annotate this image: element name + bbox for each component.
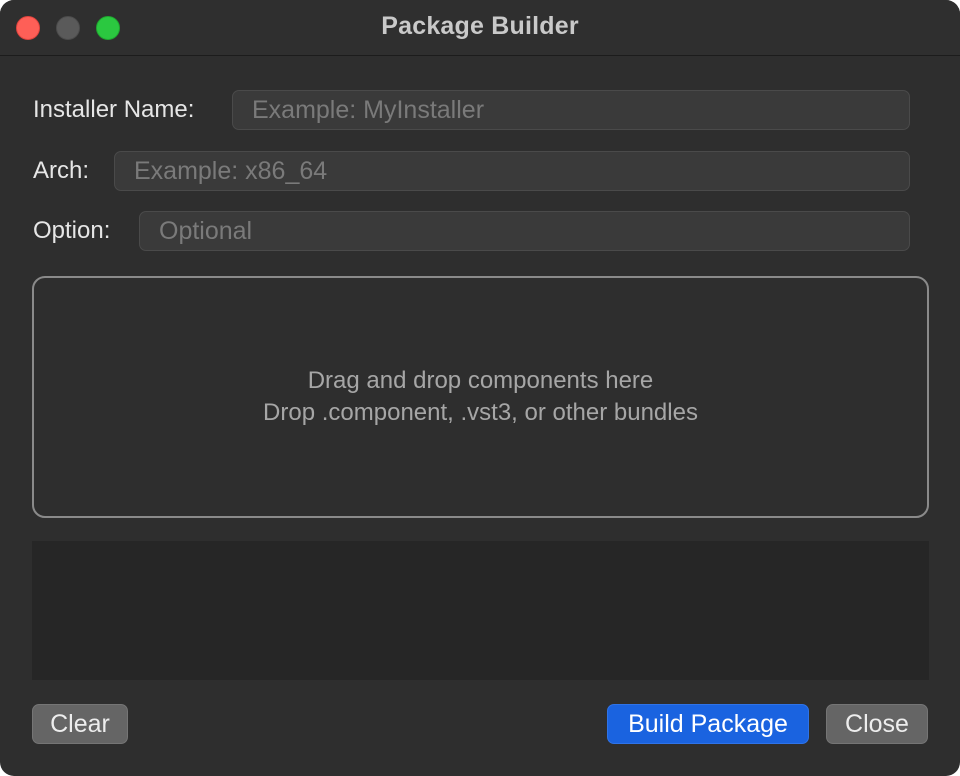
option-label: Option:	[33, 217, 111, 244]
option-input[interactable]	[139, 211, 910, 251]
close-button[interactable]: Close	[826, 704, 928, 744]
build-package-button[interactable]: Build Package	[607, 704, 809, 744]
component-drop-zone[interactable]: Drag and drop components here Drop .comp…	[32, 276, 929, 518]
drop-zone-hint: Drop .component, .vst3, or other bundles	[263, 399, 698, 426]
installer-name-label: Installer Name:	[33, 96, 195, 123]
arch-input[interactable]	[114, 151, 910, 191]
window-title: Package Builder	[381, 12, 579, 40]
arch-label: Arch:	[33, 157, 90, 184]
clear-button[interactable]: Clear	[32, 704, 128, 744]
output-log-area[interactable]	[32, 541, 929, 680]
title-bar[interactable]: Package Builder	[0, 0, 960, 56]
drop-zone-title: Drag and drop components here	[307, 367, 654, 394]
installer-name-input[interactable]	[232, 90, 910, 130]
package-builder-window: Package Builder Installer Name: Arch: Op…	[0, 0, 960, 776]
